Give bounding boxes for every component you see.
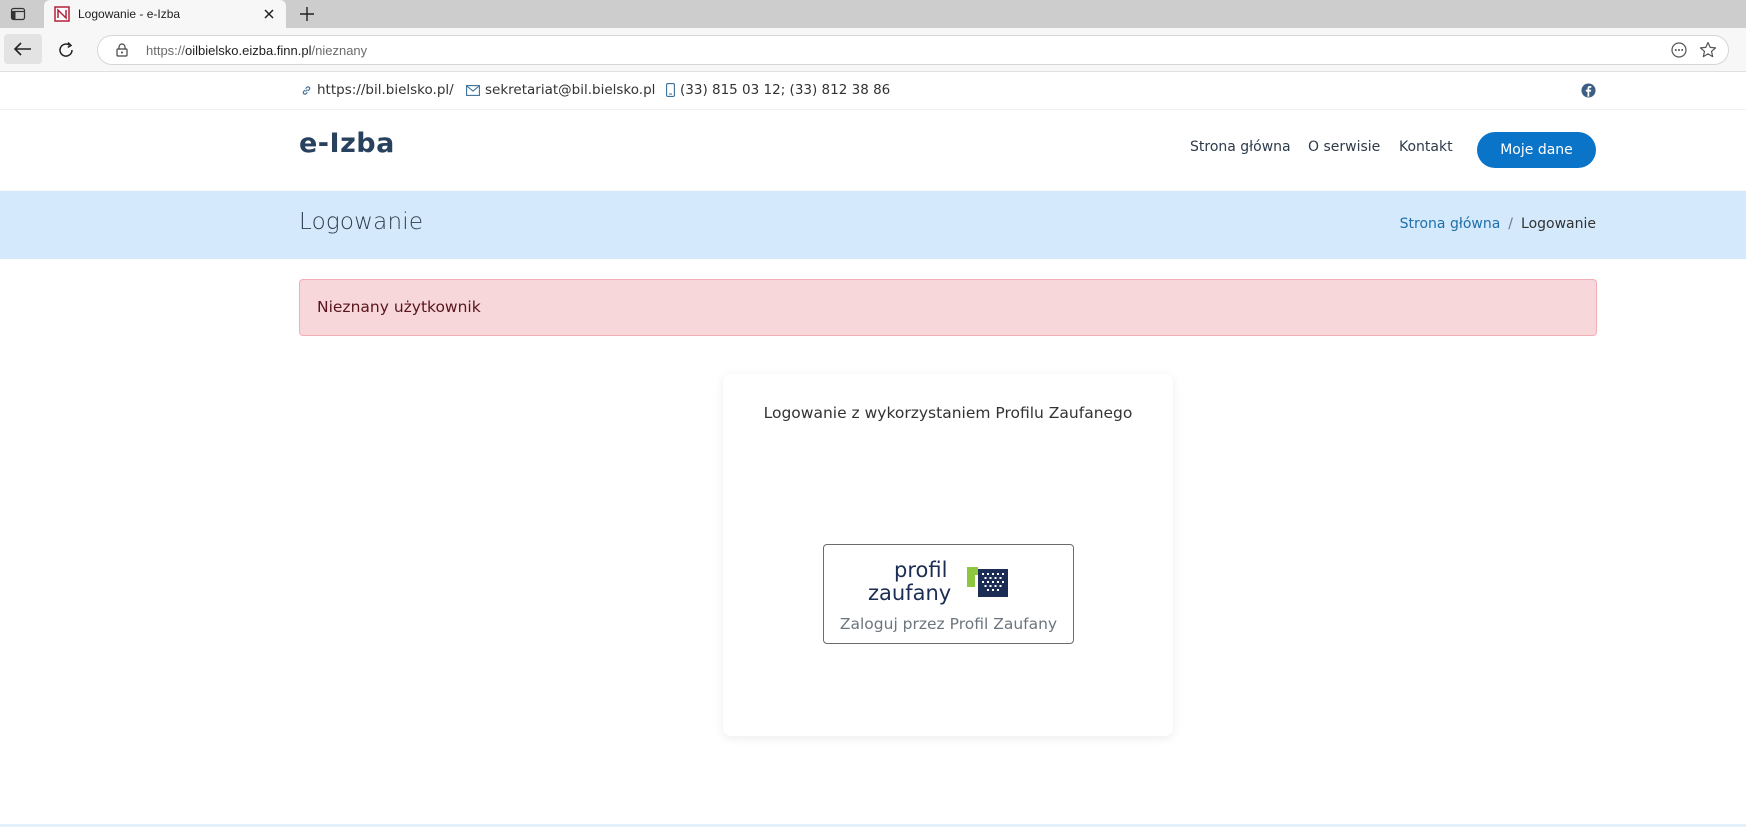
nav-contact[interactable]: Kontakt [1399, 139, 1453, 155]
browser-toolbar: https://oilbielsko.eizba.finn.pl/nieznan… [0, 28, 1746, 72]
svg-text:profil: profil [894, 558, 947, 582]
favorite-star-icon[interactable] [1698, 40, 1718, 60]
nav-home[interactable]: Strona główna [1190, 139, 1291, 155]
breadcrumb-separator: / [1508, 216, 1514, 232]
tab-title: Logowanie - e-Izba [78, 7, 181, 21]
link-icon [302, 85, 311, 95]
login-card-title: Logowanie z wykorzystaniem Profilu Zaufa… [763, 404, 1133, 422]
address-bar[interactable]: https://oilbielsko.eizba.finn.pl/nieznan… [97, 35, 1729, 65]
facebook-icon[interactable] [1581, 83, 1596, 98]
lock-icon[interactable] [114, 42, 130, 58]
breadcrumb: Strona główna / Logowanie [1400, 216, 1596, 232]
url-text: https://oilbielsko.eizba.finn.pl/nieznan… [146, 43, 368, 58]
browser-tab-active[interactable]: Logowanie - e-Izba [44, 0, 286, 28]
more-options-icon[interactable] [1670, 41, 1688, 59]
contact-bar: https://bil.bielsko.pl/ sekretariat@bil.… [0, 72, 1746, 110]
close-tab-icon[interactable] [260, 5, 278, 23]
breadcrumb-current: Logowanie [1521, 216, 1596, 232]
profil-zaufany-button-label: Zaloguj przez Profil Zaufany [839, 615, 1058, 633]
tab-actions-icon[interactable] [10, 6, 26, 22]
new-tab-icon[interactable] [297, 4, 317, 24]
contact-email[interactable]: sekretariat@bil.bielsko.pl [466, 82, 655, 98]
page-title-bar: Logowanie Strona główna / Logowanie [0, 191, 1746, 259]
website-link[interactable]: https://bil.bielsko.pl/ [317, 82, 454, 98]
envelope-icon [466, 84, 480, 96]
login-card: Logowanie z wykorzystaniem Profilu Zaufa… [723, 374, 1173, 736]
profil-zaufany-logo: profil zaufany [868, 555, 1028, 607]
profil-zaufany-login-button[interactable]: profil zaufany Zaloguj przez Profil Zauf… [823, 544, 1074, 644]
site-logo[interactable]: e-Izba [299, 128, 395, 159]
site-favicon-icon [54, 6, 70, 22]
alert-message: Nieznany użytkownik [317, 298, 481, 316]
site-header: e-Izba Strona główna O serwisie Kontakt … [0, 110, 1746, 190]
browser-tabbar: Logowanie - e-Izba [0, 0, 1746, 28]
reload-icon[interactable] [54, 38, 78, 62]
contact-phone[interactable]: (33) 815 03 12; (33) 812 38 86 [666, 82, 890, 98]
error-alert: Nieznany użytkownik [299, 279, 1597, 336]
mobile-icon [666, 83, 675, 97]
phone-number: (33) 815 03 12; (33) 812 38 86 [680, 82, 891, 98]
nav-about[interactable]: O serwisie [1308, 139, 1380, 155]
contact-website[interactable]: https://bil.bielsko.pl/ [301, 82, 454, 98]
breadcrumb-home[interactable]: Strona główna [1400, 216, 1501, 232]
svg-text:zaufany: zaufany [868, 581, 951, 605]
back-button[interactable] [4, 34, 42, 64]
page-title: Logowanie [299, 209, 424, 235]
my-data-button[interactable]: Moje dane [1477, 132, 1596, 168]
web-page: https://bil.bielsko.pl/ sekretariat@bil.… [0, 72, 1746, 840]
email-link[interactable]: sekretariat@bil.bielsko.pl [485, 82, 655, 98]
footer-divider [0, 824, 1746, 827]
